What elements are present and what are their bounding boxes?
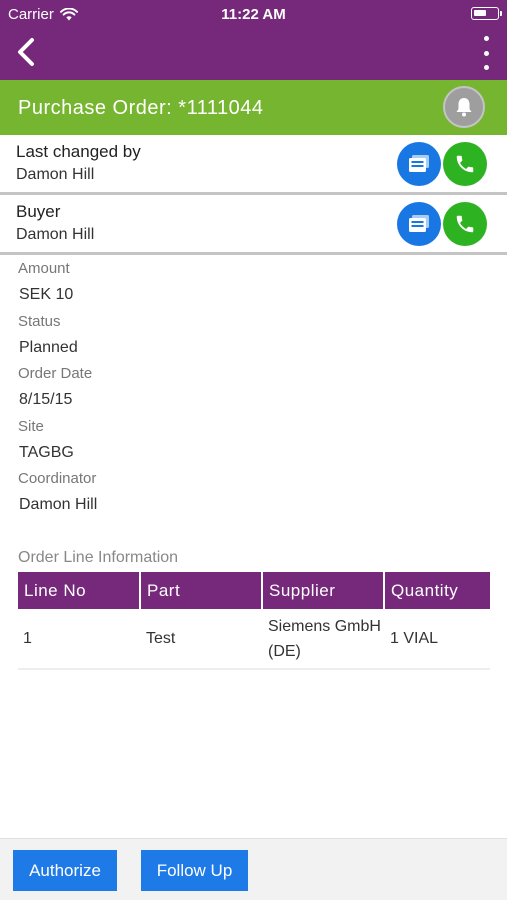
- amount-value: SEK 10: [19, 286, 74, 303]
- clock: 11:22 AM: [221, 6, 286, 23]
- column-header-supplier: Supplier: [263, 572, 385, 609]
- chevron-left-icon: [18, 38, 34, 66]
- dot-icon: [483, 36, 489, 41]
- status-bar: Carrier 11:22 AM: [0, 0, 507, 28]
- contact-name: Damon Hill: [16, 226, 95, 243]
- cell-supplier: Siemens GmbH (DE): [268, 617, 381, 660]
- more-options-button[interactable]: [477, 36, 495, 70]
- contact-card-button[interactable]: [397, 142, 441, 186]
- phone-icon: [456, 155, 474, 173]
- dot-icon: [483, 50, 489, 56]
- order-line-section-title: Order Line Information: [18, 549, 179, 566]
- phone-icon: [456, 215, 474, 233]
- cell-part: Test: [146, 630, 176, 647]
- coordinator-value: Damon Hill: [19, 496, 98, 513]
- contact-card-button[interactable]: [397, 202, 441, 246]
- contact-label: Buyer: [16, 202, 61, 221]
- order-date-label: Order Date: [18, 365, 93, 382]
- battery-icon: [471, 7, 502, 20]
- order-date-value: 8/15/15: [19, 391, 73, 408]
- cell-line-no: 1: [23, 630, 32, 647]
- bell-icon: [456, 98, 472, 117]
- notification-button[interactable]: [443, 86, 485, 128]
- follow-up-button[interactable]: Follow Up: [141, 850, 248, 891]
- nav-bar: [0, 28, 507, 80]
- authorize-button[interactable]: Authorize: [13, 850, 117, 891]
- bottom-action-bar: Authorize Follow Up: [0, 838, 507, 900]
- site-label: Site: [18, 417, 44, 435]
- back-button[interactable]: [10, 34, 46, 70]
- order-details: Amount SEK 10 Status Planned Order Date …: [18, 260, 488, 523]
- site-value: TAGBG: [19, 443, 74, 461]
- page-title: Purchase Order: *1111044: [18, 97, 264, 119]
- app-header: Carrier 11:22 AM: [0, 0, 507, 80]
- contact-name: Damon Hill: [16, 166, 95, 183]
- contact-card-icon: [409, 215, 429, 232]
- column-header-part: Part: [141, 572, 263, 609]
- status-label: Status: [18, 312, 61, 330]
- table-header: Line No Part Supplier Quantity: [18, 572, 490, 609]
- call-button[interactable]: [443, 142, 487, 186]
- status-value: Planned: [19, 338, 78, 356]
- dot-icon: [483, 65, 489, 70]
- purchase-order-header: Purchase Order: *1111044: [0, 80, 507, 135]
- contact-card-icon: [409, 155, 429, 172]
- call-button[interactable]: [443, 202, 487, 246]
- coordinator-label: Coordinator: [18, 470, 97, 487]
- amount-label: Amount: [18, 260, 70, 277]
- column-header-quantity: Quantity: [385, 572, 490, 609]
- buyer-row: Buyer Damon Hill: [0, 195, 507, 255]
- cell-quantity: 1 VIAL: [390, 630, 439, 647]
- column-header-line-no: Line No: [18, 572, 141, 609]
- last-changed-by-row: Last changed by Damon Hill: [0, 135, 507, 195]
- table-row[interactable]: 1 Test Siemens GmbH (DE) 1 VIAL: [18, 609, 490, 670]
- contact-label: Last changed by: [16, 142, 141, 161]
- order-line-table: Line No Part Supplier Quantity 1 Test Si…: [18, 572, 490, 670]
